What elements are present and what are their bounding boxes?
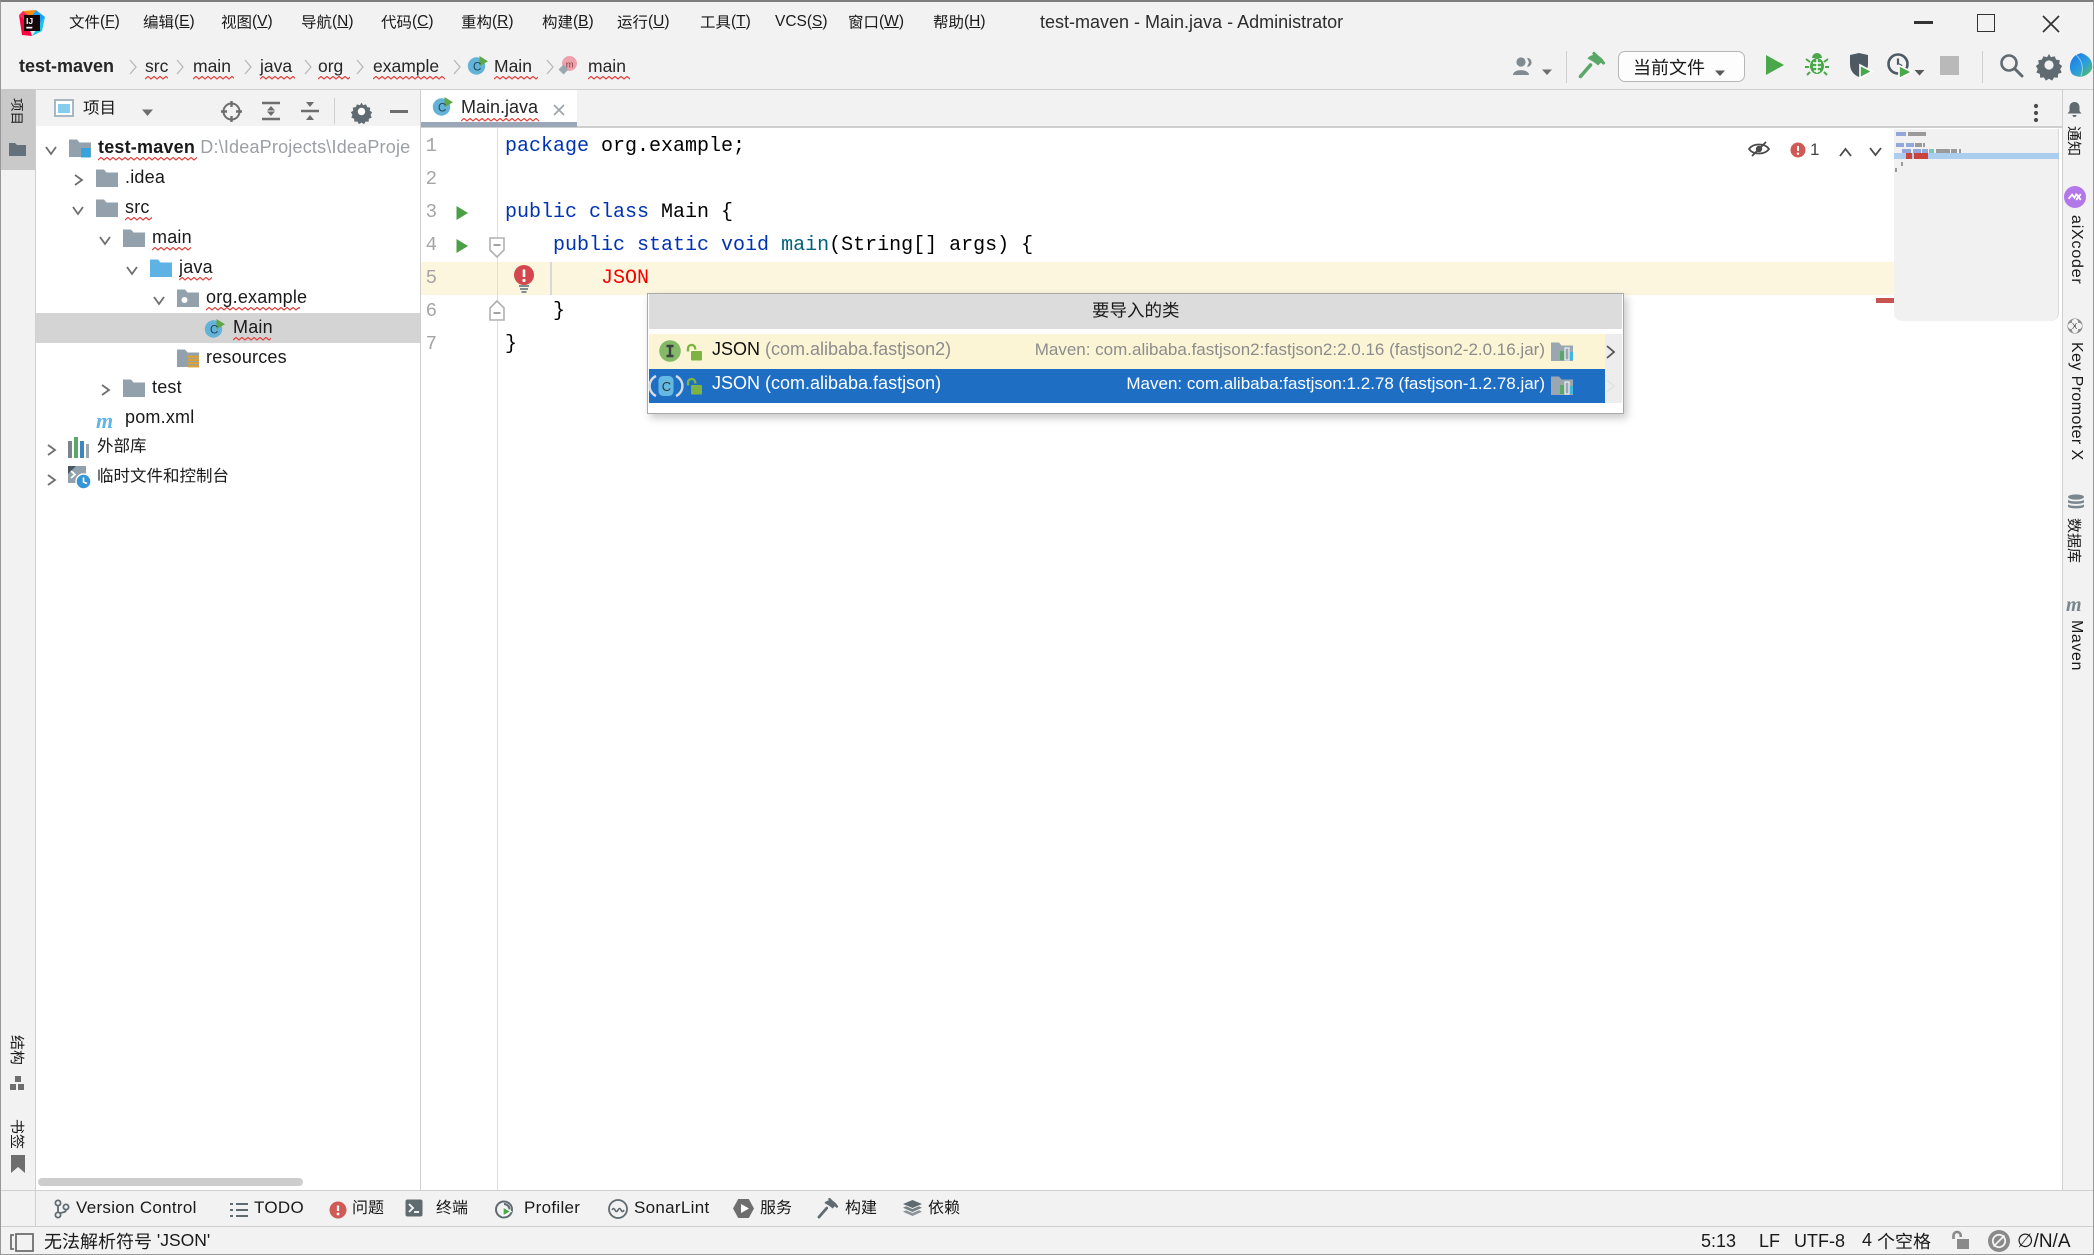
svg-text:C: C [662, 379, 671, 394]
svg-text:C: C [210, 325, 218, 337]
svg-text:C: C [438, 103, 446, 115]
svg-text:X: X [2072, 322, 2078, 331]
svg-text:C: C [473, 62, 481, 74]
svg-text:IJ: IJ [26, 16, 33, 26]
